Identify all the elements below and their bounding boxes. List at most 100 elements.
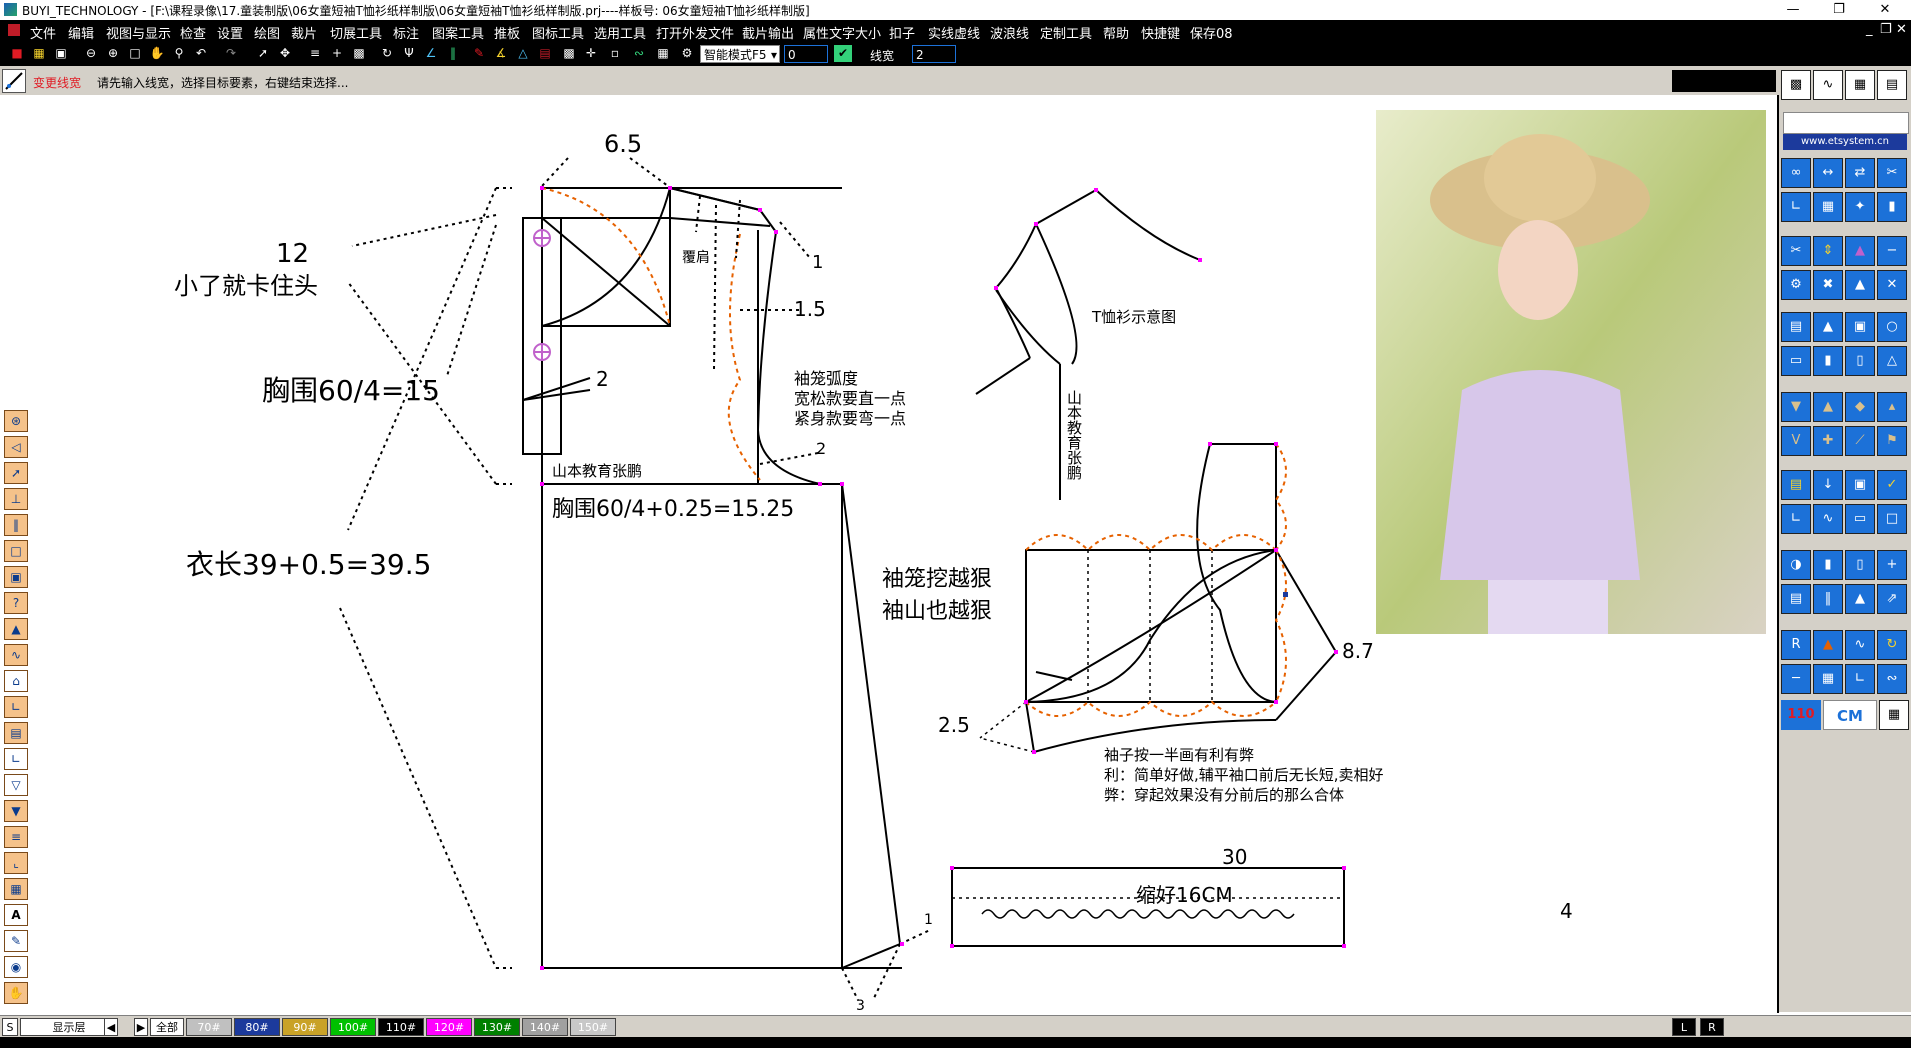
hatch-icon[interactable]: ▤: [536, 45, 554, 62]
panel-v-icon[interactable]: V: [1781, 426, 1811, 456]
menu-select-tool[interactable]: 选用工具: [594, 23, 646, 42]
menu-shortcut[interactable]: 快捷键: [1141, 23, 1180, 42]
panel-dart-icon[interactable]: ▼: [1781, 392, 1811, 422]
open-file-icon[interactable]: ▦: [30, 45, 48, 62]
prompt-input[interactable]: [1672, 70, 1776, 92]
tool-hatch-icon[interactable]: ▦: [4, 878, 28, 900]
panel-close-icon[interactable]: ✕: [1877, 270, 1907, 300]
layer-next-icon[interactable]: ▶: [134, 1018, 148, 1036]
panel-hat-icon[interactable]: ▲: [1845, 236, 1875, 266]
zoom-window-icon[interactable]: ⚲: [170, 45, 188, 62]
panel-export-icon[interactable]: ▤: [1781, 470, 1811, 500]
panel-tri-icon[interactable]: ▴: [1877, 392, 1907, 422]
tool-funnel-icon[interactable]: ▽: [4, 774, 28, 796]
panel-frame-icon[interactable]: □: [1877, 504, 1907, 534]
piece-icon[interactable]: ▦: [654, 45, 672, 62]
tool-fill-icon[interactable]: ◉: [4, 956, 28, 978]
panel-gauge-icon[interactable]: ▦: [1813, 192, 1843, 222]
panel-scissors-icon[interactable]: ✂: [1781, 236, 1811, 266]
size-120[interactable]: 120#: [426, 1018, 472, 1036]
tool-cone-icon[interactable]: ▼: [4, 800, 28, 822]
menu-wave-line[interactable]: 波浪线: [990, 23, 1029, 42]
triangle-icon[interactable]: △: [514, 45, 532, 62]
tool-text-icon[interactable]: A: [4, 904, 28, 926]
tool-hand-icon[interactable]: ✋: [4, 982, 28, 1004]
tool-rect-icon[interactable]: □: [4, 540, 28, 562]
r-button[interactable]: R: [1700, 1018, 1724, 1036]
pen-icon[interactable]: ✎: [470, 45, 488, 62]
size-140[interactable]: 140#: [522, 1018, 568, 1036]
undo-icon[interactable]: ↶: [192, 45, 210, 62]
select-arrow-icon[interactable]: ➚: [254, 45, 272, 62]
redo-icon[interactable]: ↷: [222, 45, 240, 62]
panel-body-icon[interactable]: ▯: [1845, 550, 1875, 580]
panel-circle-icon[interactable]: ○: [1877, 312, 1907, 342]
panel-grade-icon[interactable]: ⇗: [1877, 584, 1907, 614]
cross-icon[interactable]: +: [328, 45, 346, 62]
color-icon[interactable]: ▩: [560, 45, 578, 62]
panel-flag-icon[interactable]: ⚑: [1877, 426, 1907, 456]
selected-point[interactable]: [1283, 592, 1288, 597]
menu-button[interactable]: 扣子: [889, 23, 915, 42]
panel-mirror-icon[interactable]: ◑: [1781, 550, 1811, 580]
menu-save08[interactable]: 保存08: [1190, 23, 1233, 42]
zoom-in-icon[interactable]: ⊕: [104, 45, 122, 62]
mode-select[interactable]: 智能模式F5 ▾: [700, 45, 780, 63]
tool-shape-icon[interactable]: ▲: [4, 618, 28, 640]
all-sizes-button[interactable]: 全部: [150, 1018, 184, 1036]
menu-file[interactable]: 文件: [30, 23, 56, 42]
panel-shoe-icon[interactable]: ▲: [1845, 270, 1875, 300]
panel-slash-icon[interactable]: ⟋: [1845, 426, 1875, 456]
size-70[interactable]: 70#: [186, 1018, 232, 1036]
panel-table-icon[interactable]: ▦: [1813, 664, 1843, 694]
size-100[interactable]: 100#: [330, 1018, 376, 1036]
tool-align-icon[interactable]: ≡: [4, 826, 28, 848]
panel-axis-icon[interactable]: ∟: [1845, 664, 1875, 694]
panel-fold-icon[interactable]: ◆: [1845, 392, 1875, 422]
panel-collar-icon[interactable]: △: [1877, 346, 1907, 376]
panel-et-icon[interactable]: ▣: [1845, 470, 1875, 500]
doc-minimize-icon[interactable]: _: [1866, 22, 1873, 37]
panel-spiral-icon[interactable]: ▣: [1845, 312, 1875, 342]
menu-view[interactable]: 视图与显示: [106, 23, 171, 42]
measure-icon[interactable]: ∡: [492, 45, 510, 62]
menu-edit[interactable]: 编辑: [68, 23, 94, 42]
tool-house-icon[interactable]: ⌂: [4, 670, 28, 692]
size-150[interactable]: 150#: [570, 1018, 616, 1036]
panel-sewing-icon[interactable]: ▤: [1781, 312, 1811, 342]
panel-hook-icon[interactable]: ∟: [1781, 504, 1811, 534]
tool-print-icon[interactable]: ▤: [4, 722, 28, 744]
ruler-icon[interactable]: ▫: [606, 45, 624, 62]
panel-cut-icon[interactable]: ✂: [1877, 158, 1907, 188]
minimize-icon[interactable]: —: [1770, 0, 1816, 20]
panel-lamp-icon[interactable]: ▲: [1813, 312, 1843, 342]
size-130[interactable]: 130#: [474, 1018, 520, 1036]
save-icon[interactable]: ▣: [52, 45, 70, 62]
menu-attr-font[interactable]: 属性文字大小: [803, 23, 881, 42]
drawing-canvas[interactable]: 6.5 12 小了就卡住头 胸围60/4=15 衣长39+0.5=39.5 胸围…: [0, 95, 1779, 1013]
new-file-icon[interactable]: ■: [8, 45, 26, 62]
parallel-icon[interactable]: ‖: [444, 45, 462, 62]
panel-cup-icon[interactable]: ▭: [1845, 504, 1875, 534]
tool-arc-icon[interactable]: ⊛: [4, 410, 28, 432]
fork-icon[interactable]: Ψ: [400, 45, 418, 62]
panel-minus-icon[interactable]: −: [1877, 236, 1907, 266]
tool-corner-icon[interactable]: ⌞: [4, 852, 28, 874]
panel-ruler-icon[interactable]: ─: [1781, 664, 1811, 694]
value-field[interactable]: 0: [784, 45, 828, 63]
panel-tool-icon[interactable]: ✖: [1813, 270, 1843, 300]
grid-icon[interactable]: ▩: [350, 45, 368, 62]
line-width-field[interactable]: 2: [912, 45, 956, 63]
panel-truck-icon[interactable]: ▤: [1781, 584, 1811, 614]
panel-move-icon[interactable]: ⇕: [1813, 236, 1843, 266]
settings-icon[interactable]: ⚙: [678, 45, 696, 62]
panel-pin-icon[interactable]: ✚: [1813, 426, 1843, 456]
panel-sleeve-icon[interactable]: ▯: [1845, 346, 1875, 376]
size-button[interactable]: 110: [1781, 700, 1821, 730]
panel-bag-icon[interactable]: ▭: [1781, 346, 1811, 376]
zoom-out-icon[interactable]: ⊖: [82, 45, 100, 62]
panel-r-icon[interactable]: R: [1781, 630, 1811, 660]
menu-grading[interactable]: 推板: [494, 23, 520, 42]
menu-settings[interactable]: 设置: [217, 23, 243, 42]
tool-slope-icon[interactable]: ∟: [4, 696, 28, 718]
